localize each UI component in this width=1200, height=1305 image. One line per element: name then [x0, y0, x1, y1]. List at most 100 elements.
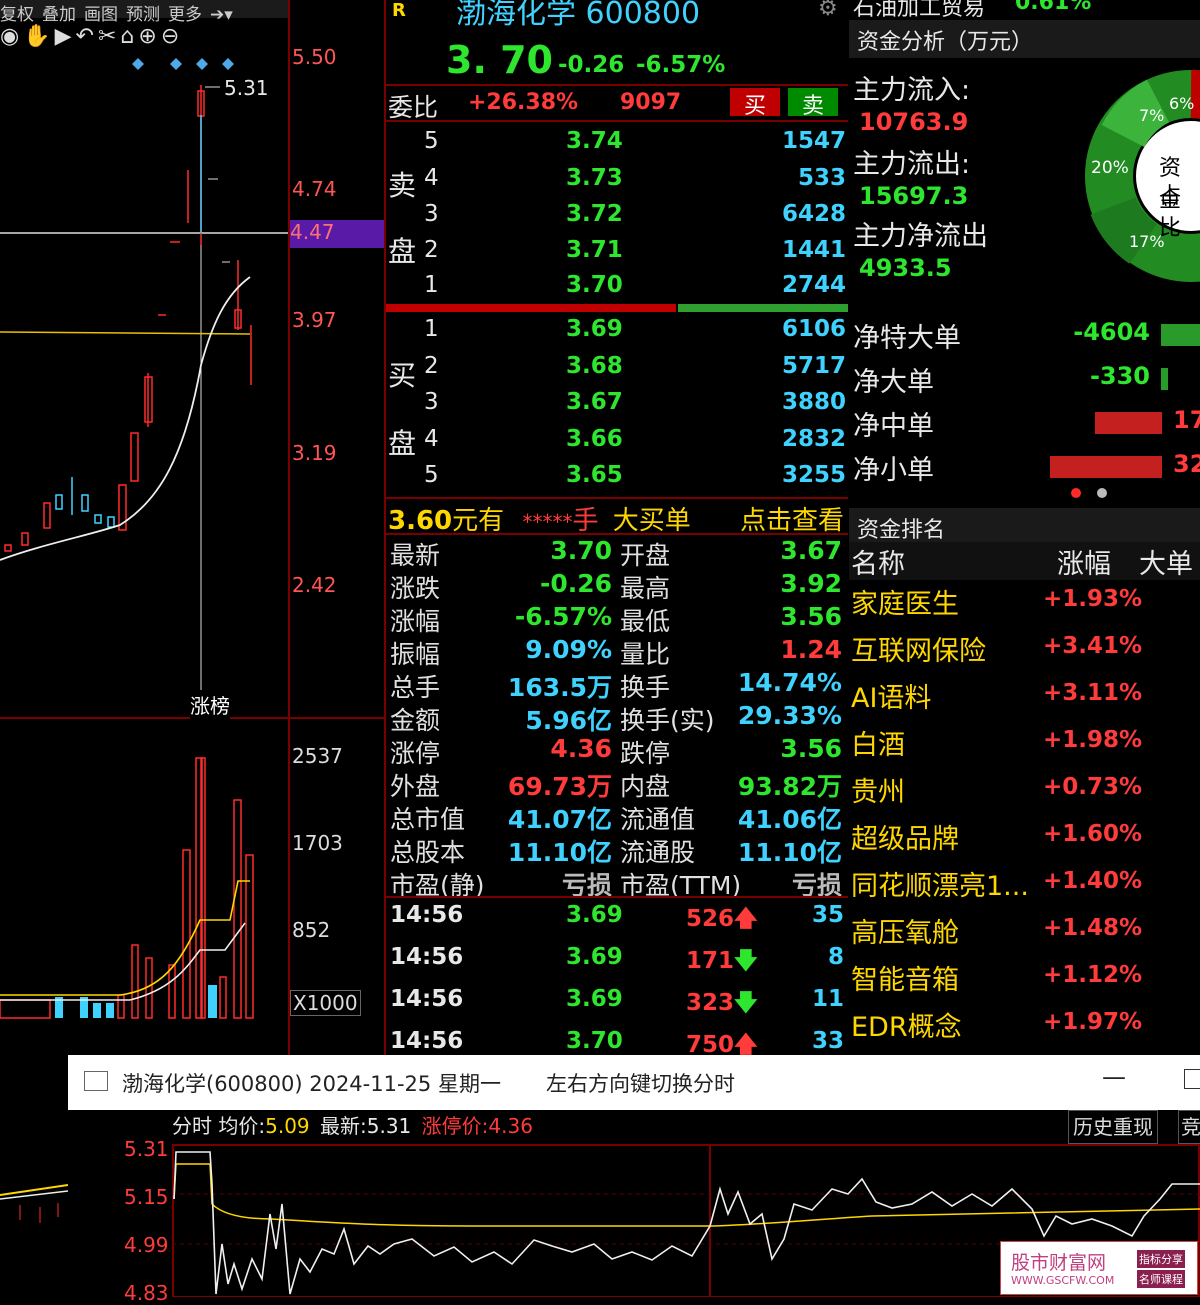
- quote-key: 金额: [390, 706, 441, 735]
- rank-row[interactable]: EDR概念 +1.97%: [849, 1005, 1200, 1051]
- buy-level-3[interactable]: 3 3.67 3880: [386, 389, 848, 425]
- hand-icon[interactable]: ✋: [23, 24, 54, 49]
- col-name[interactable]: 名称: [851, 542, 905, 581]
- rank-row[interactable]: 贵州 +0.73%: [849, 770, 1200, 816]
- concept-name: 高压氧舱: [851, 918, 959, 949]
- toolbar-item-huatu[interactable]: 画图: [84, 5, 118, 25]
- sector-change: 0.61%: [1015, 0, 1092, 15]
- toolbar-item-fuquan[interactable]: 复权: [0, 5, 34, 25]
- undo-icon[interactable]: ↶: [76, 24, 98, 49]
- kline-chart[interactable]: 5.31: [0, 55, 288, 1055]
- tick-price: 3.69: [566, 986, 623, 1012]
- net-flow-label: 净特大单: [853, 323, 961, 354]
- price-axis-label: 3.19: [292, 441, 337, 465]
- quote-key: 换手: [620, 673, 671, 702]
- net-flow-value: -330: [1089, 362, 1150, 390]
- page-dot[interactable]: [1097, 488, 1107, 498]
- quote-value: 1.24: [780, 635, 842, 664]
- sell-level-2[interactable]: 2 3.71 1441: [386, 237, 848, 273]
- tick-row[interactable]: 14:56 3.69 323🡇 11: [386, 986, 846, 1028]
- buy-button[interactable]: 买: [730, 88, 780, 119]
- fund-panel: 石油加工贸易 0.61% 资金分析（万元） 主力流入: 10763.9 主力流出…: [849, 0, 1200, 1055]
- mini-kline-strip: [0, 1184, 68, 1223]
- rank-row[interactable]: 家庭医生 +1.93%: [849, 582, 1200, 628]
- tick-row[interactable]: 14:56 3.69 171🡇 8: [386, 944, 846, 986]
- concept-change: +1.48%: [1043, 915, 1143, 941]
- rank-row[interactable]: 超级品牌 +1.60%: [849, 817, 1200, 863]
- rank-row[interactable]: 同花顺漂亮1... +1.40%: [849, 864, 1200, 910]
- eye-icon[interactable]: ◉: [0, 24, 23, 49]
- zoom-out-icon[interactable]: ⊖: [161, 24, 183, 49]
- main-net-value: 4933.5: [859, 254, 952, 282]
- chart-tool-icons: ◉✋▶↶✂⌂⊕⊖: [0, 24, 290, 56]
- rank-tag[interactable]: 涨榜: [190, 690, 230, 719]
- quote-key: 总市值: [390, 805, 466, 834]
- concept-name: 同花顺漂亮1...: [851, 871, 1029, 902]
- sector-name[interactable]: 石油加工贸易: [853, 0, 985, 22]
- popup-titlebar[interactable]: 渤海化学(600800) 2024-11-25 星期一 左右方向键切换分时 —: [68, 1055, 1200, 1110]
- donut-pct: 20%: [1091, 158, 1129, 178]
- history-replay-button[interactable]: 历史重现: [1068, 1110, 1158, 1144]
- play-icon[interactable]: ▶: [55, 24, 76, 49]
- price-axis-label: 5.50: [292, 45, 337, 69]
- intraday-axis-label: 5.31: [124, 1137, 169, 1161]
- rank-row[interactable]: 白酒 +1.98%: [849, 723, 1200, 769]
- sell-button[interactable]: 卖: [788, 88, 838, 119]
- col-change[interactable]: 涨幅: [1057, 542, 1111, 581]
- rank-row[interactable]: 互联网保险 +3.41%: [849, 629, 1200, 675]
- sell-level-4[interactable]: 4 3.73 533: [386, 165, 848, 201]
- toolbar-item-diejia[interactable]: 叠加: [42, 5, 76, 25]
- more-button[interactable]: 竞: [1178, 1110, 1200, 1144]
- lock-icon[interactable]: ⌂: [120, 24, 138, 49]
- quote-row: 涨停 4.36 跌停 3.56: [386, 734, 846, 768]
- buy-level-4[interactable]: 4 3.66 2832: [386, 426, 848, 462]
- quote-row: 总手 163.5万 换手 14.74%: [386, 668, 846, 702]
- donut-pct: 6%: [1169, 94, 1195, 113]
- net-flow-label: 净中单: [853, 411, 934, 442]
- gear-icon[interactable]: ⚙: [818, 0, 838, 21]
- price-axis-current: 4.47: [290, 220, 384, 248]
- view-big-order-link[interactable]: 点击查看: [740, 500, 844, 537]
- big-order-bar[interactable]: 3.60元有 *****手 大买单 点击查看: [388, 500, 848, 537]
- price-change: -0.26: [558, 52, 625, 78]
- rank-row[interactable]: 高压氧舱 +1.48%: [849, 911, 1200, 957]
- buy-level-1[interactable]: 1 3.69 6106: [386, 316, 848, 352]
- quote-row: 最新 3.70 开盘 3.67: [386, 536, 846, 570]
- rank-row[interactable]: 智能音箱 +1.12%: [849, 958, 1200, 1004]
- buy-level-2[interactable]: 2 3.68 5717: [386, 353, 848, 389]
- toolbar-item-yuce[interactable]: 预测: [126, 5, 160, 25]
- sell-level-3[interactable]: 3 3.72 6428: [386, 201, 848, 237]
- net-flow-row: 净中单 17: [853, 404, 1200, 444]
- minimize-icon[interactable]: —: [1102, 1063, 1126, 1091]
- tick-row[interactable]: 14:56 3.69 526🡅 35: [386, 902, 846, 944]
- rank-row[interactable]: AI语料 +3.11%: [849, 676, 1200, 722]
- tick-volume: 526🡅: [686, 906, 758, 932]
- net-flow-label: 净小单: [853, 455, 934, 486]
- concept-change: +1.12%: [1043, 962, 1143, 988]
- tick-price: 3.70: [566, 1028, 623, 1054]
- sell-level-1[interactable]: 1 3.70 2744: [386, 272, 848, 308]
- col-big-order[interactable]: 大单: [1139, 542, 1193, 581]
- popup-hint: 左右方向键切换分时: [546, 1072, 735, 1096]
- concept-change: +3.11%: [1043, 680, 1143, 706]
- price-axis-label: 4.74: [292, 177, 337, 201]
- page-dot-active[interactable]: [1071, 488, 1081, 498]
- peak-label: 5.31: [224, 76, 269, 100]
- concept-change: +1.93%: [1043, 586, 1143, 612]
- quote-key: 内盘: [620, 772, 671, 801]
- maximize-icon[interactable]: [1184, 1069, 1200, 1089]
- scissors-icon[interactable]: ✂: [98, 24, 120, 49]
- intraday-axis-label: 4.99: [124, 1233, 169, 1257]
- toolbar-item-more[interactable]: 更多: [168, 5, 202, 25]
- arrow-menu-icon[interactable]: ➔▾: [210, 5, 233, 25]
- quote-key: 流通股: [620, 838, 696, 867]
- buy-level-5[interactable]: 5 3.65 3255: [386, 462, 848, 498]
- quote-value: 93.82万: [737, 772, 842, 801]
- concept-change: +0.73%: [1043, 774, 1143, 800]
- zoom-in-icon[interactable]: ⊕: [138, 24, 160, 49]
- quote-key: 最低: [620, 607, 671, 636]
- sell-level-5[interactable]: 5 3.74 1547: [386, 128, 848, 164]
- quote-value: 3.56: [780, 602, 842, 631]
- margin-badge: R: [392, 0, 406, 21]
- net-flow-row: 净特大单 -4604: [853, 316, 1200, 356]
